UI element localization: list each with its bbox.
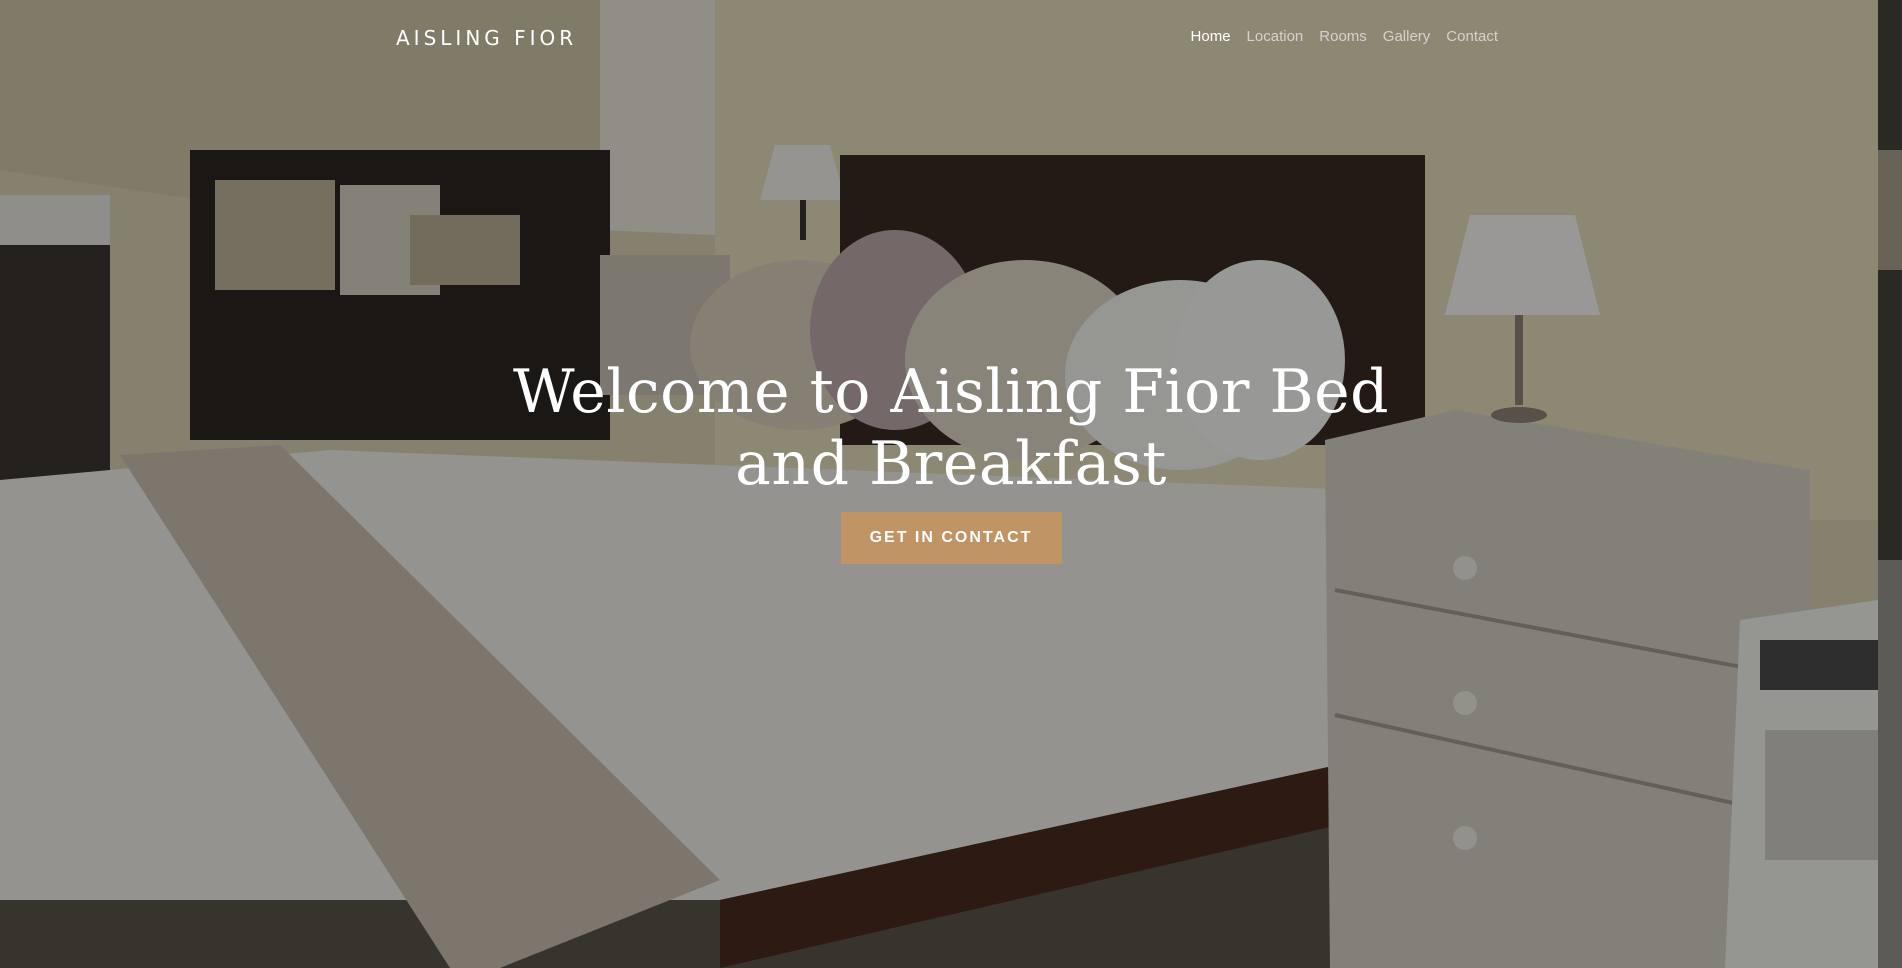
nav-links: Home Location Rooms Gallery Contact (1191, 28, 1498, 46)
nav-item-location: Location (1247, 28, 1304, 46)
nav-item-rooms: Rooms (1319, 28, 1367, 46)
nav-link-location[interactable]: Location (1247, 28, 1304, 45)
nav-item-gallery: Gallery (1383, 28, 1431, 46)
nav-link-gallery[interactable]: Gallery (1383, 28, 1431, 45)
top-navbar: AISLING FIOR Home Location Rooms Gallery… (0, 0, 1878, 76)
nav-link-home[interactable]: Home (1191, 28, 1231, 45)
hero-title: Welcome to Aisling Fior Bed and Breakfas… (513, 357, 1389, 499)
hero-content: Welcome to Aisling Fior Bed and Breakfas… (0, 356, 1902, 564)
nav-item-home: Home (1191, 28, 1231, 46)
nav-link-rooms[interactable]: Rooms (1319, 28, 1367, 45)
get-in-contact-button[interactable]: GET IN CONTACT (840, 512, 1062, 564)
nav-link-contact[interactable]: Contact (1446, 28, 1498, 45)
brand-logo-link[interactable]: AISLING FIOR (396, 26, 577, 50)
nav-item-contact: Contact (1446, 28, 1498, 46)
